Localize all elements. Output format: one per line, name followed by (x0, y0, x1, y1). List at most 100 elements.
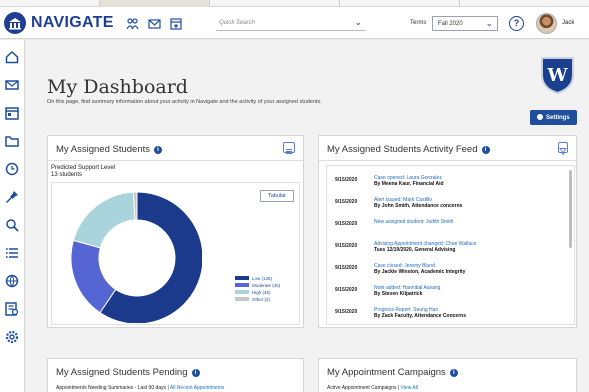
activity-feed-card: My Assigned Students Activity Feed i 9/15… (318, 135, 577, 328)
crest-letter: W (546, 65, 568, 86)
help-icon[interactable]: ? (509, 16, 524, 31)
window-tab (210, 0, 340, 7)
page-title: My Dashboard (47, 76, 188, 98)
calendar-icon[interactable] (5, 106, 19, 120)
info-icon[interactable]: i (481, 146, 490, 154)
brand-name[interactable]: NAVIGATE (31, 14, 114, 32)
campaigns-card: My Appointment Campaigns i Active Appoint… (318, 358, 577, 392)
term-value: Fall 2020 (438, 21, 463, 27)
legend-item: Low (135) (235, 276, 280, 283)
main-content: My Dashboard On this page, find summary … (26, 40, 589, 392)
feed-by: By Meena Kaur, Financial Aid (374, 181, 444, 187)
campaigns-title: My Appointment Campaigns (327, 367, 446, 378)
feed-date: 9/15/2020 (335, 243, 358, 249)
settings-label: Settings (546, 115, 570, 121)
pin-icon[interactable] (5, 190, 19, 204)
user-name[interactable]: Jack (562, 20, 574, 26)
mail-icon[interactable] (5, 78, 19, 92)
legend-label: High (45) (252, 290, 271, 295)
feed-date: 9/15/2020 (335, 287, 358, 293)
all-recent-appointments-link[interactable]: All Recent Appointments (170, 385, 224, 391)
info-icon[interactable]: i (154, 146, 162, 154)
search-icon[interactable] (5, 218, 19, 232)
calendar-add-icon[interactable] (170, 17, 183, 30)
window-tab (340, 0, 460, 7)
list-icon[interactable] (5, 246, 19, 260)
clock-icon[interactable] (5, 162, 19, 176)
terms-label: Terms (410, 20, 427, 26)
people-icon[interactable] (126, 17, 139, 30)
activity-feed-list: 9/15/2020 Case opened: Laura Gonzalez By M… (326, 165, 575, 325)
card-title: My Assigned Students Activity Feed i (327, 144, 490, 155)
feed-link[interactable]: New assigned student: Judith Smith (374, 219, 454, 225)
chart-legend: Low (135) Moderate (45) High (45) Other (2) (235, 276, 280, 304)
legend-swatch (235, 276, 249, 280)
filter-icon[interactable] (558, 142, 568, 156)
card-title: My Assigned Students Pending i (56, 367, 200, 378)
feed-by: By Zack Faculty, Attendance Concerns (374, 313, 466, 319)
legend-label: Moderate (45) (252, 283, 281, 288)
gear-icon (537, 114, 543, 120)
info-icon[interactable]: i (191, 369, 200, 377)
chevron-down-icon[interactable]: ⌄ (354, 17, 362, 28)
globe-icon[interactable] (5, 274, 19, 288)
feed-date: 9/15/2020 (335, 309, 358, 315)
pending-sub-text: Appointments Needing Summaries - Last 90… (56, 385, 169, 391)
chart-frame: Tabular Low (135) Moderate (45) High (45) O… (51, 182, 300, 325)
legend-item: High (45) (235, 290, 280, 297)
support-level-label: Predicted Support Level (51, 165, 116, 171)
feed-by: By Steven Kilpatrick (374, 291, 423, 297)
feed-date: 9/15/2020 (335, 199, 358, 205)
student-count: 13 students (51, 172, 83, 178)
window-top-strip (0, 0, 589, 7)
top-header: NAVIGATE Quick Search ⌄ Terms Fall 2020 … (0, 7, 589, 39)
feed-date: 9/15/2020 (335, 265, 358, 271)
list-view-icon[interactable] (283, 142, 295, 154)
card-title: My Assigned Students i (56, 144, 162, 155)
feed-date: 9/15/2020 (335, 221, 358, 227)
settings-icon[interactable] (5, 330, 19, 344)
assigned-students-title: My Assigned Students (56, 144, 150, 155)
legend-swatch (235, 290, 249, 294)
donut-chart (70, 191, 202, 323)
feed-by: By Jackie Winston, Academic Integrity (374, 269, 466, 275)
feed-date: 9/15/2020 (335, 177, 358, 183)
search-placeholder: Quick Search (219, 20, 256, 26)
card-title: My Appointment Campaigns i (327, 367, 458, 378)
term-select[interactable]: Fall 2020 ⌄ (432, 16, 498, 31)
feed-by: By John Smith, Attendance concerns (374, 203, 463, 209)
legend-label: Low (135) (252, 276, 273, 281)
view-all-link[interactable]: View All (401, 385, 418, 391)
avatar[interactable] (536, 13, 557, 34)
folder-icon[interactable] (5, 134, 19, 148)
settings-button[interactable]: Settings (530, 110, 577, 125)
left-sidebar (0, 40, 25, 392)
assigned-students-card: My Assigned Students i Predicted Support … (47, 135, 304, 328)
activity-feed-title: My Assigned Students Activity Feed (327, 144, 478, 155)
legend-swatch (235, 297, 249, 301)
info-icon[interactable]: i (449, 369, 458, 377)
navigate-logo-icon[interactable] (4, 12, 26, 34)
reports-icon[interactable] (5, 302, 19, 316)
legend-item: Moderate (45) (235, 283, 280, 290)
tabular-button[interactable]: Tabular (260, 190, 294, 202)
card-divider (48, 160, 303, 161)
campaigns-subtitle: Active Appointment Campaigns | View All (327, 385, 418, 391)
window-tab (0, 0, 100, 7)
mail-icon[interactable] (148, 17, 161, 29)
pending-title: My Assigned Students Pending (56, 367, 188, 378)
donut-slice[interactable] (72, 191, 136, 249)
legend-swatch (235, 283, 249, 287)
legend-item: Other (2) (235, 297, 280, 304)
feed-scrollbar[interactable] (569, 170, 572, 248)
chevron-down-icon: ⌄ (485, 18, 493, 28)
quick-search-input[interactable]: Quick Search ⌄ (216, 16, 366, 31)
card-divider (319, 160, 576, 161)
window-tab (100, 0, 210, 7)
pending-card: My Assigned Students Pending i Appointmen… (47, 358, 304, 392)
campaigns-sub-text: Active Appointment Campaigns | (327, 385, 400, 391)
page-subtitle: On this page, find summary information a… (47, 99, 322, 105)
home-icon[interactable] (5, 50, 19, 64)
legend-label: Other (2) (252, 297, 271, 302)
institution-crest-icon: W (539, 55, 576, 95)
